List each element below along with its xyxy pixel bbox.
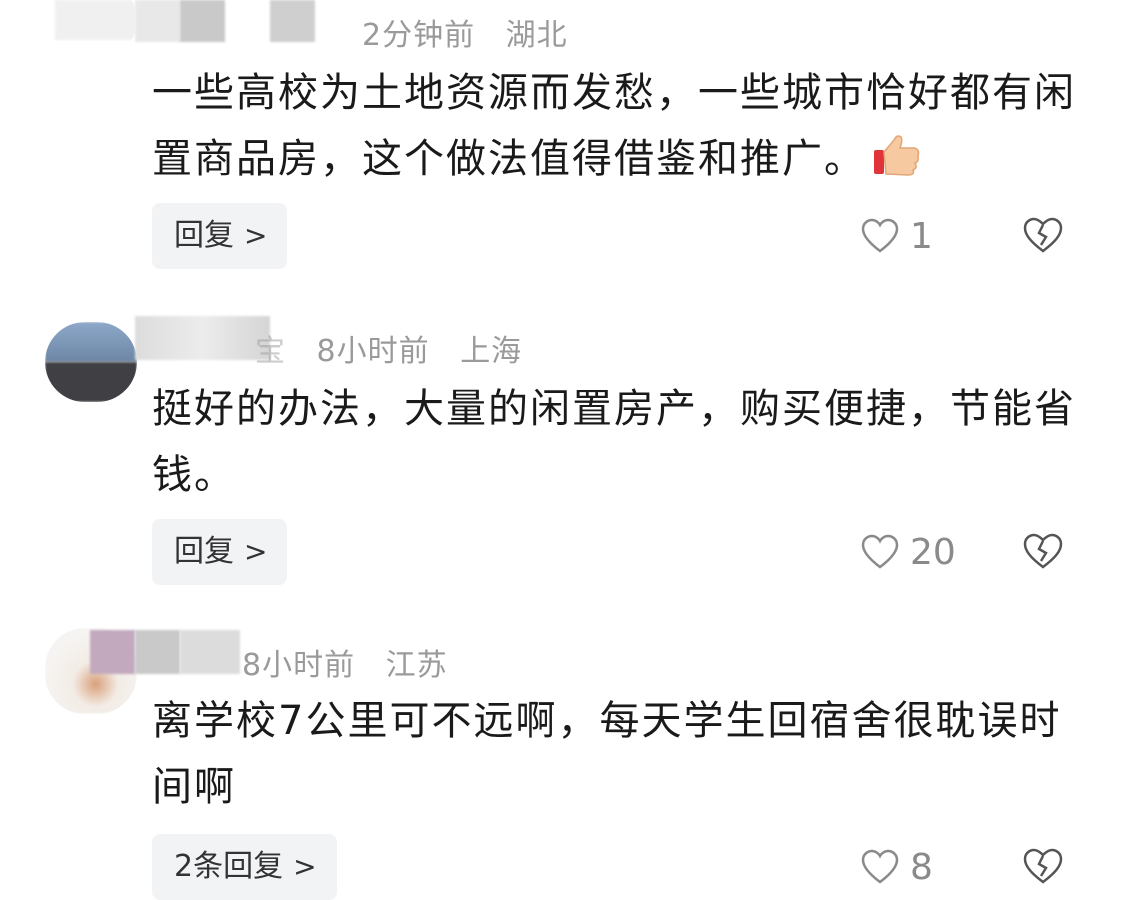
comment-meta: 2分钟前 湖北 — [362, 10, 588, 54]
heart-icon — [861, 218, 899, 253]
comment-time: 8小时前 — [242, 648, 356, 683]
comment-item: 8小时前 江苏 离学校7公里可不远啊，每天学生回宿舍很耽误时间啊 2条回复 > 8 — [0, 620, 1125, 900]
comment-location: 上海 — [460, 334, 523, 369]
like-button[interactable]: 20 — [860, 527, 956, 577]
username-blurred — [135, 316, 270, 360]
broken-heart-icon[interactable] — [1022, 845, 1064, 887]
heart-icon — [861, 534, 899, 569]
chevron-right-icon: > — [244, 535, 268, 568]
like-button[interactable]: 1 — [860, 211, 933, 261]
chevron-right-icon: > — [293, 850, 317, 883]
username-blurred — [135, 0, 180, 42]
comment-text: 挺好的办法，大量的闲置房产，购买便捷，节能省钱。 — [152, 386, 1076, 498]
comment-meta: 宝 8小时前 上海 — [255, 326, 542, 370]
like-button[interactable]: 8 — [860, 842, 933, 892]
avatar[interactable] — [45, 322, 137, 402]
comment-time: 2分钟前 — [362, 18, 476, 53]
heart-icon — [861, 849, 899, 884]
username-partial: 宝 — [255, 334, 286, 369]
comment-item: 宝 8小时前 上海 挺好的办法，大量的闲置房产，购买便捷，节能省钱。 回复 > 2… — [0, 310, 1125, 600]
reply-button[interactable]: 回复 > — [152, 519, 288, 585]
like-count: 1 — [910, 215, 933, 257]
like-count: 20 — [910, 531, 956, 573]
comment-meta: 8小时前 江苏 — [242, 640, 468, 684]
broken-heart-icon[interactable] — [1022, 214, 1064, 256]
reply-button[interactable]: 回复 > — [152, 203, 288, 269]
comment-location: 江苏 — [385, 648, 448, 683]
comment-time: 8小时前 — [316, 334, 430, 369]
comment-text: 离学校7公里可不远啊，每天学生回宿舍很耽误时间啊 — [152, 698, 1062, 810]
like-count: 8 — [910, 846, 933, 888]
thumbs-up-icon — [872, 132, 922, 178]
reply-button[interactable]: 2条回复 > — [152, 834, 337, 900]
comment-item: 2分钟前 湖北 一些高校为土地资源而发愁，一些城市恰好都有闲置商品房，这个做法值… — [0, 0, 1125, 290]
chevron-right-icon: > — [244, 219, 268, 252]
username-blurred — [90, 630, 135, 674]
broken-heart-icon[interactable] — [1022, 530, 1064, 572]
comment-text: 一些高校为土地资源而发愁，一些城市恰好都有闲置商品房，这个做法值得借鉴和推广。 — [152, 70, 1076, 182]
comment-location: 湖北 — [505, 18, 568, 53]
avatar[interactable] — [45, 0, 137, 60]
